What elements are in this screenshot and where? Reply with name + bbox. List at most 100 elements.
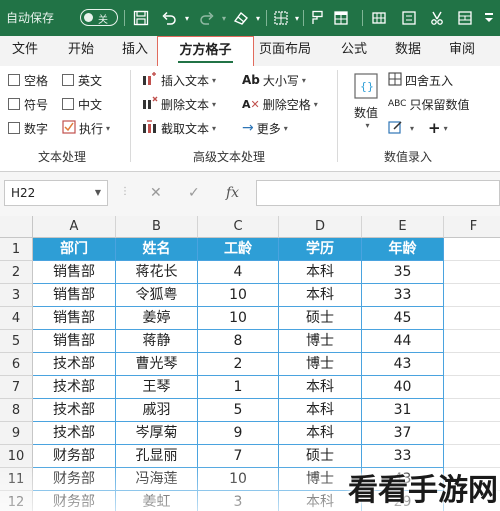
row-header[interactable]: 4	[0, 307, 33, 330]
confirm-icon[interactable]: ✓	[188, 180, 200, 206]
table-cell[interactable]: 本科	[279, 399, 362, 422]
row-header[interactable]: 2	[0, 261, 33, 284]
edit-format-button[interactable]: ▾	[388, 118, 414, 138]
table-cell[interactable]: 37	[362, 422, 444, 445]
table-cell[interactable]: 财务部	[33, 491, 116, 511]
table-cell-empty[interactable]	[444, 376, 500, 399]
delete-text-button[interactable]: 删除文本 ▾	[142, 94, 216, 114]
insert-text-button[interactable]: 插入文本 ▾	[142, 70, 216, 90]
table-header-cell[interactable]: 年龄	[362, 238, 444, 261]
table-cell-empty[interactable]	[444, 399, 500, 422]
save-icon[interactable]	[130, 0, 152, 36]
eraser-icon[interactable]	[230, 0, 252, 36]
tab-page-layout[interactable]: 页面布局	[254, 36, 316, 66]
case-button[interactable]: Ab 大小写 ▾	[242, 70, 306, 90]
row-header[interactable]: 3	[0, 284, 33, 307]
row-header[interactable]: 6	[0, 353, 33, 376]
row-header[interactable]: 9	[0, 422, 33, 445]
column-header-d[interactable]: D	[279, 216, 362, 238]
table-cell[interactable]: 姜虹	[116, 491, 198, 511]
add-icon[interactable]: + ▾	[428, 118, 448, 138]
redo-icon[interactable]	[196, 0, 218, 36]
row-header[interactable]: 11	[0, 468, 33, 491]
grid-view-icon[interactable]	[368, 0, 390, 36]
table-cell[interactable]: 曹光琴	[116, 353, 198, 376]
more-icon[interactable]	[480, 0, 498, 36]
table-cell-empty[interactable]	[444, 284, 500, 307]
row-header[interactable]: 7	[0, 376, 33, 399]
table-header-cell[interactable]: 姓名	[116, 238, 198, 261]
table-cell-empty[interactable]	[444, 307, 500, 330]
table-cell[interactable]: 销售部	[33, 261, 116, 284]
chevron-down-icon[interactable]: ▼	[95, 181, 101, 205]
table-cell[interactable]: 硕士	[279, 307, 362, 330]
table-cell[interactable]: 技术部	[33, 353, 116, 376]
column-header-a[interactable]: A	[33, 216, 116, 238]
select-all-corner[interactable]	[0, 216, 33, 238]
filter-icon[interactable]	[398, 0, 420, 36]
tab-data[interactable]: 数据	[384, 36, 432, 66]
table-cell[interactable]: 博士	[279, 353, 362, 376]
table-cell-empty[interactable]	[444, 330, 500, 353]
checkbox-box[interactable]	[62, 74, 74, 86]
round-button[interactable]: 四舍五入	[388, 70, 453, 90]
table-cell-empty[interactable]	[444, 353, 500, 376]
table-cell[interactable]: 本科	[279, 284, 362, 307]
table-cell[interactable]: 蒋花长	[116, 261, 198, 284]
tab-home[interactable]: 开始	[55, 36, 107, 66]
table-cell[interactable]: 43	[362, 353, 444, 376]
checkbox-chinese[interactable]: 中文	[62, 94, 102, 114]
checkbox-box[interactable]	[8, 122, 20, 134]
row-header[interactable]: 10	[0, 445, 33, 468]
table-cell[interactable]: 44	[362, 330, 444, 353]
tab-insert[interactable]: 插入	[110, 36, 160, 66]
tab-review[interactable]: 审阅	[438, 36, 486, 66]
table-cell[interactable]: 35	[362, 261, 444, 284]
checkbox-box[interactable]	[8, 98, 20, 110]
table-cell[interactable]: 蒋静	[116, 330, 198, 353]
table-cell[interactable]: 销售部	[33, 307, 116, 330]
table-cell[interactable]: 8	[198, 330, 279, 353]
table-cell[interactable]: 冯海莲	[116, 468, 198, 491]
table-cell[interactable]: 2	[198, 353, 279, 376]
fx-icon[interactable]: fx	[226, 180, 239, 206]
drag-handle-icon[interactable]: ⋮	[120, 186, 131, 197]
checkbox-number[interactable]: 数字	[8, 118, 48, 138]
table-cell[interactable]: 45	[362, 307, 444, 330]
table-cell[interactable]: 10	[198, 307, 279, 330]
table-header-cell[interactable]: 部门	[33, 238, 116, 261]
row-header[interactable]: 1	[0, 238, 33, 261]
table-cell[interactable]: 本科	[279, 376, 362, 399]
table-cell[interactable]: 33	[362, 284, 444, 307]
table-cell[interactable]: 财务部	[33, 468, 116, 491]
tab-file[interactable]: 文件	[0, 36, 50, 66]
table-cell[interactable]: 本科	[279, 261, 362, 284]
table-cell-empty[interactable]	[444, 238, 500, 261]
merge-cells-icon[interactable]	[454, 0, 476, 36]
table-cell[interactable]: 孔显丽	[116, 445, 198, 468]
table-cell[interactable]: 令狐粤	[116, 284, 198, 307]
table-cell[interactable]: 技术部	[33, 376, 116, 399]
table-cell[interactable]: 本科	[279, 422, 362, 445]
table-cell[interactable]: 9	[198, 422, 279, 445]
table-cell[interactable]: 4	[198, 261, 279, 284]
undo-dropdown-icon[interactable]: ▾	[181, 0, 193, 36]
table-header-cell[interactable]: 学历	[279, 238, 362, 261]
table-cell[interactable]: 销售部	[33, 330, 116, 353]
table-cell[interactable]: 技术部	[33, 422, 116, 445]
checkbox-symbol[interactable]: 符号	[8, 94, 48, 114]
tab-fangfang[interactable]: 方方格子	[157, 36, 254, 66]
formula-input[interactable]	[256, 180, 500, 206]
autosave-toggle[interactable]: 关	[80, 9, 118, 26]
table-cell[interactable]: 姜婷	[116, 307, 198, 330]
table-cell[interactable]: 1	[198, 376, 279, 399]
table-cell[interactable]: 7	[198, 445, 279, 468]
table-cell-empty[interactable]	[444, 261, 500, 284]
extract-text-button[interactable]: 截取文本 ▾	[142, 118, 216, 138]
scissors-icon[interactable]	[426, 0, 448, 36]
table-header-cell[interactable]: 工龄	[198, 238, 279, 261]
eraser-dropdown-icon[interactable]: ▾	[253, 0, 263, 36]
execute-button[interactable]: 执行 ▾	[62, 118, 110, 138]
table-cell[interactable]: 10	[198, 468, 279, 491]
checkbox-box[interactable]	[8, 74, 20, 86]
